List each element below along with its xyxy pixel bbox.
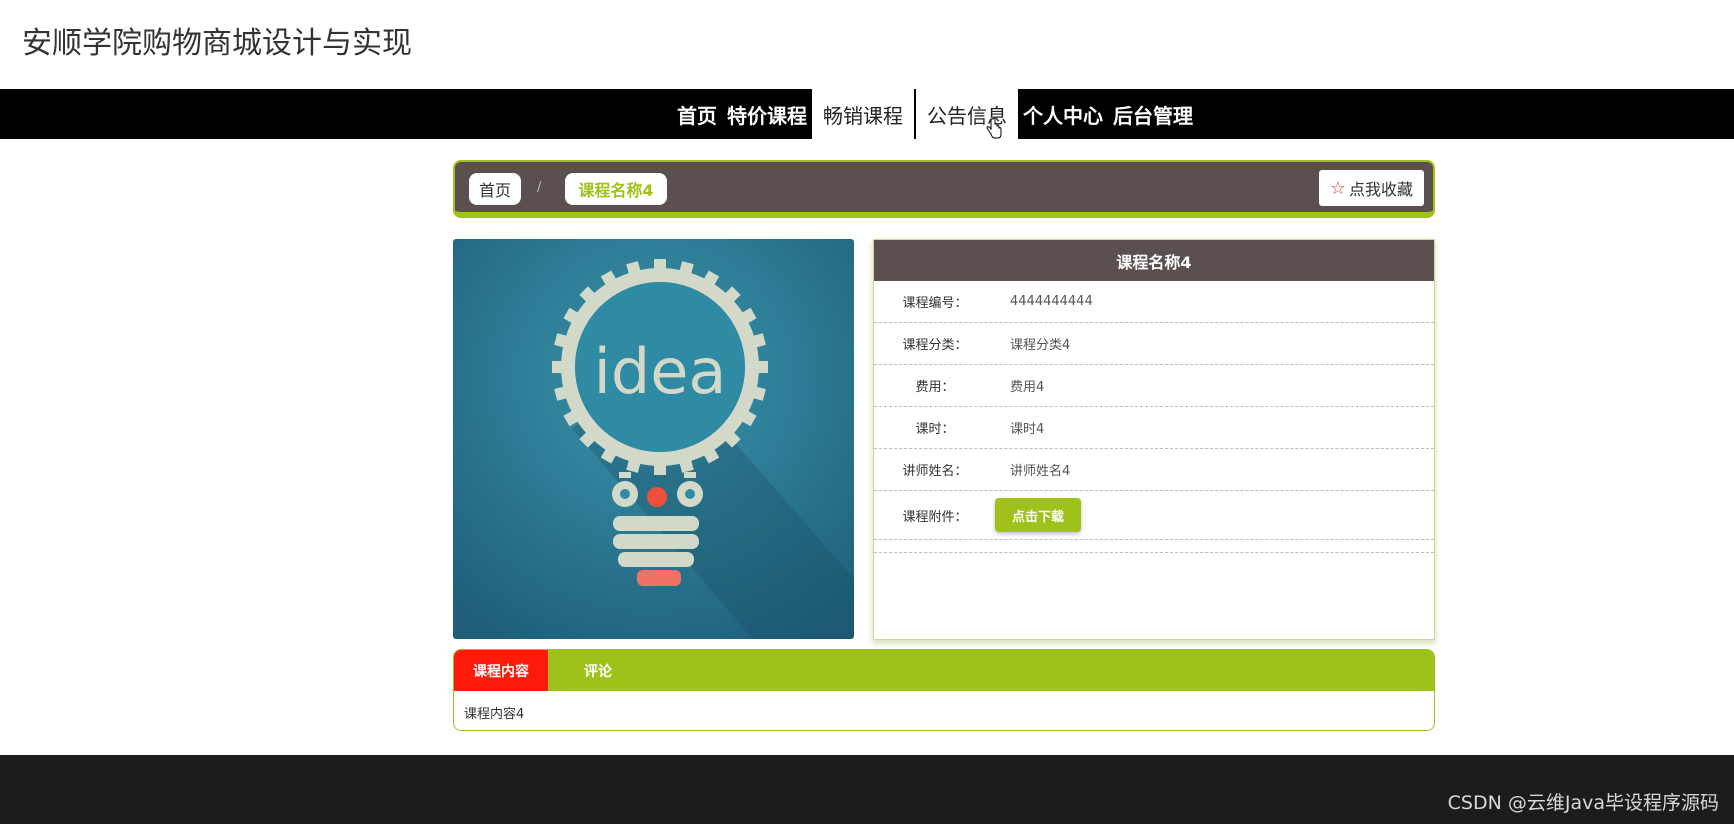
field-value: 讲师姓名4 <box>1010 464 1071 479</box>
tab-content: 课程内容4 <box>464 707 525 722</box>
field-label: 课程编号： <box>902 296 968 311</box>
nav-announcements[interactable]: 公告信息 <box>914 89 1018 139</box>
field-value: 课时4 <box>1010 422 1045 437</box>
field-teacher-name: 讲师姓名： 讲师姓名4 <box>874 449 1434 491</box>
field-course-code: 课程编号： 4444444444 <box>874 281 1434 323</box>
course-info-panel: 课程名称4 课程编号： 4444444444 课程分类： 课程分类4 费用： 费… <box>873 239 1435 640</box>
csdn-watermark: CSDN @云维Java毕设程序源码 <box>1447 792 1719 814</box>
field-fee: 费用： 费用4 <box>874 365 1434 407</box>
nav-personal-center[interactable]: 个人中心 <box>1018 89 1108 139</box>
hand-cursor-icon <box>986 118 1002 139</box>
field-attachment: 课程附件： 点击下载 <box>874 491 1434 540</box>
field-label: 课程附件： <box>902 509 968 525</box>
field-label: 费用： <box>915 380 955 395</box>
nav-bestselling-courses[interactable]: 畅销课程 <box>812 89 914 139</box>
breadcrumb-separator: / <box>537 180 542 195</box>
course-image: idea <box>453 239 854 639</box>
field-value: 课程分类4 <box>1010 338 1071 353</box>
course-name-header: 课程名称4 <box>874 240 1434 281</box>
field-hours: 课时： 课时4 <box>874 407 1434 449</box>
breadcrumb-current: 课程名称4 <box>565 173 667 205</box>
lightbulb-gear-icon: idea <box>453 239 854 639</box>
site-title: 安顺学院购物商城设计与实现 <box>22 26 412 61</box>
field-label: 课程分类： <box>902 338 968 353</box>
nav-admin[interactable]: 后台管理 <box>1108 89 1198 139</box>
nav-special-courses[interactable]: 特价课程 <box>722 89 812 139</box>
field-label: 课时： <box>915 422 955 437</box>
favorite-button[interactable]: ☆ 点我收藏 <box>1318 170 1424 206</box>
field-spacer <box>874 540 1434 553</box>
tab-comments[interactable]: 评论 <box>548 650 648 691</box>
breadcrumb-bar: 首页 / 课程名称4 ☆ 点我收藏 <box>453 160 1435 218</box>
tab-course-content[interactable]: 课程内容 <box>454 650 548 691</box>
favorite-label: 点我收藏 <box>1348 180 1413 199</box>
field-value: 4444444444 <box>1010 294 1093 309</box>
course-tabs: 课程内容 评论 课程内容4 <box>453 649 1435 731</box>
main-nav: 首页 特价课程 畅销课程 公告信息 个人中心 后台管理 <box>0 89 1734 139</box>
star-outline-icon: ☆ <box>1329 177 1346 199</box>
footer: CSDN @云维Java毕设程序源码 <box>0 755 1734 824</box>
breadcrumb-home[interactable]: 首页 <box>469 173 521 205</box>
idea-text: idea <box>594 335 727 408</box>
download-button[interactable]: 点击下载 <box>995 498 1081 532</box>
field-value: 费用4 <box>1010 380 1045 395</box>
field-label: 讲师姓名： <box>902 464 968 479</box>
field-course-category: 课程分类： 课程分类4 <box>874 323 1434 365</box>
nav-home[interactable]: 首页 <box>672 89 722 139</box>
